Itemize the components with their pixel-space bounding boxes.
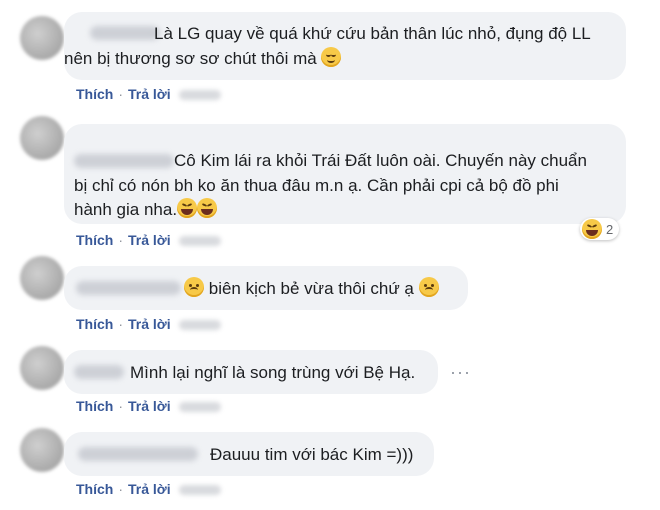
reaction-summary[interactable]: 2 — [580, 218, 620, 240]
frowning-face-emoji — [418, 277, 439, 297]
commenter-avatar[interactable] — [20, 428, 64, 472]
comment-actions: Thích · Trả lời — [76, 316, 221, 332]
comment-text-line: nên bị thương sơ sơ chút thôi mà — [64, 47, 342, 70]
reply-link[interactable]: Trả lời — [128, 232, 171, 248]
commenter-avatar[interactable] — [20, 16, 64, 60]
comment-bubble: Cô Kim lái ra khỏi Trái Đất luôn oài. Ch… — [64, 124, 626, 224]
comment-bubble: Đauuu tim với bác Kim =))) — [64, 432, 434, 476]
commenter-avatar[interactable] — [20, 256, 64, 300]
reply-link[interactable]: Trả lời — [128, 481, 171, 497]
comment-bubble: Là LG quay về quá khứ cứu bản thân lúc n… — [64, 12, 626, 80]
comment-bubble: biên kịch bẻ vừa thôi chứ ạ — [64, 266, 468, 310]
comment-text-line: Là LG quay về quá khứ cứu bản thân lúc n… — [154, 24, 591, 43]
commenter-avatar[interactable] — [20, 116, 64, 160]
reply-link[interactable]: Trả lời — [128, 86, 171, 102]
commenter-name[interactable] — [74, 365, 124, 379]
comment-bubble: Mình lại nghĩ là song trùng với Bệ Hạ. — [64, 350, 438, 394]
reaction-count: 2 — [606, 221, 614, 237]
commenter-name[interactable] — [78, 447, 198, 461]
comment-actions: Thích · Trả lời — [76, 232, 221, 248]
commenter-avatar[interactable] — [20, 346, 64, 390]
commenter-name[interactable] — [74, 154, 174, 168]
rolling-laughing-emoji — [197, 198, 218, 218]
timestamp[interactable] — [178, 236, 221, 247]
timestamp[interactable] — [178, 320, 221, 331]
reply-link[interactable]: Trả lời — [128, 316, 171, 332]
comment-text-line: bị chỉ có nón bh ko ăn thua đâu m.n ạ. C… — [74, 176, 559, 195]
rolling-laughing-emoji — [177, 198, 198, 218]
frowning-face-emoji — [184, 277, 204, 297]
comment-text-line: Đauuu tim với bác Kim =))) — [210, 445, 414, 464]
comment-text-line: Mình lại nghĩ là song trùng với Bệ Hạ. — [130, 363, 416, 382]
commenter-name[interactable] — [90, 26, 160, 40]
comment-actions: Thích · Trả lời — [76, 398, 221, 414]
comment-actions: Thích · Trả lời — [76, 86, 221, 102]
haha-reaction-icon — [582, 219, 602, 239]
comment-text-line: hành gia nha. — [74, 198, 218, 221]
like-link[interactable]: Thích — [76, 86, 113, 102]
timestamp[interactable] — [178, 402, 221, 413]
relieved-face-emoji — [321, 47, 342, 67]
comment-actions: Thích · Trả lời — [76, 481, 221, 497]
commenter-name[interactable] — [76, 281, 181, 295]
comment-text-line: biên kịch bẻ vừa thôi chứ ạ — [184, 277, 439, 300]
timestamp[interactable] — [178, 90, 221, 101]
like-link[interactable]: Thích — [76, 481, 113, 497]
like-link[interactable]: Thích — [76, 316, 113, 332]
comment-text-line: Cô Kim lái ra khỏi Trái Đất luôn oài. Ch… — [174, 151, 587, 170]
like-link[interactable]: Thích — [76, 398, 113, 414]
reply-link[interactable]: Trả lời — [128, 398, 171, 414]
timestamp[interactable] — [178, 485, 221, 496]
like-link[interactable]: Thích — [76, 232, 113, 248]
more-options-icon[interactable]: ··· — [450, 362, 471, 383]
